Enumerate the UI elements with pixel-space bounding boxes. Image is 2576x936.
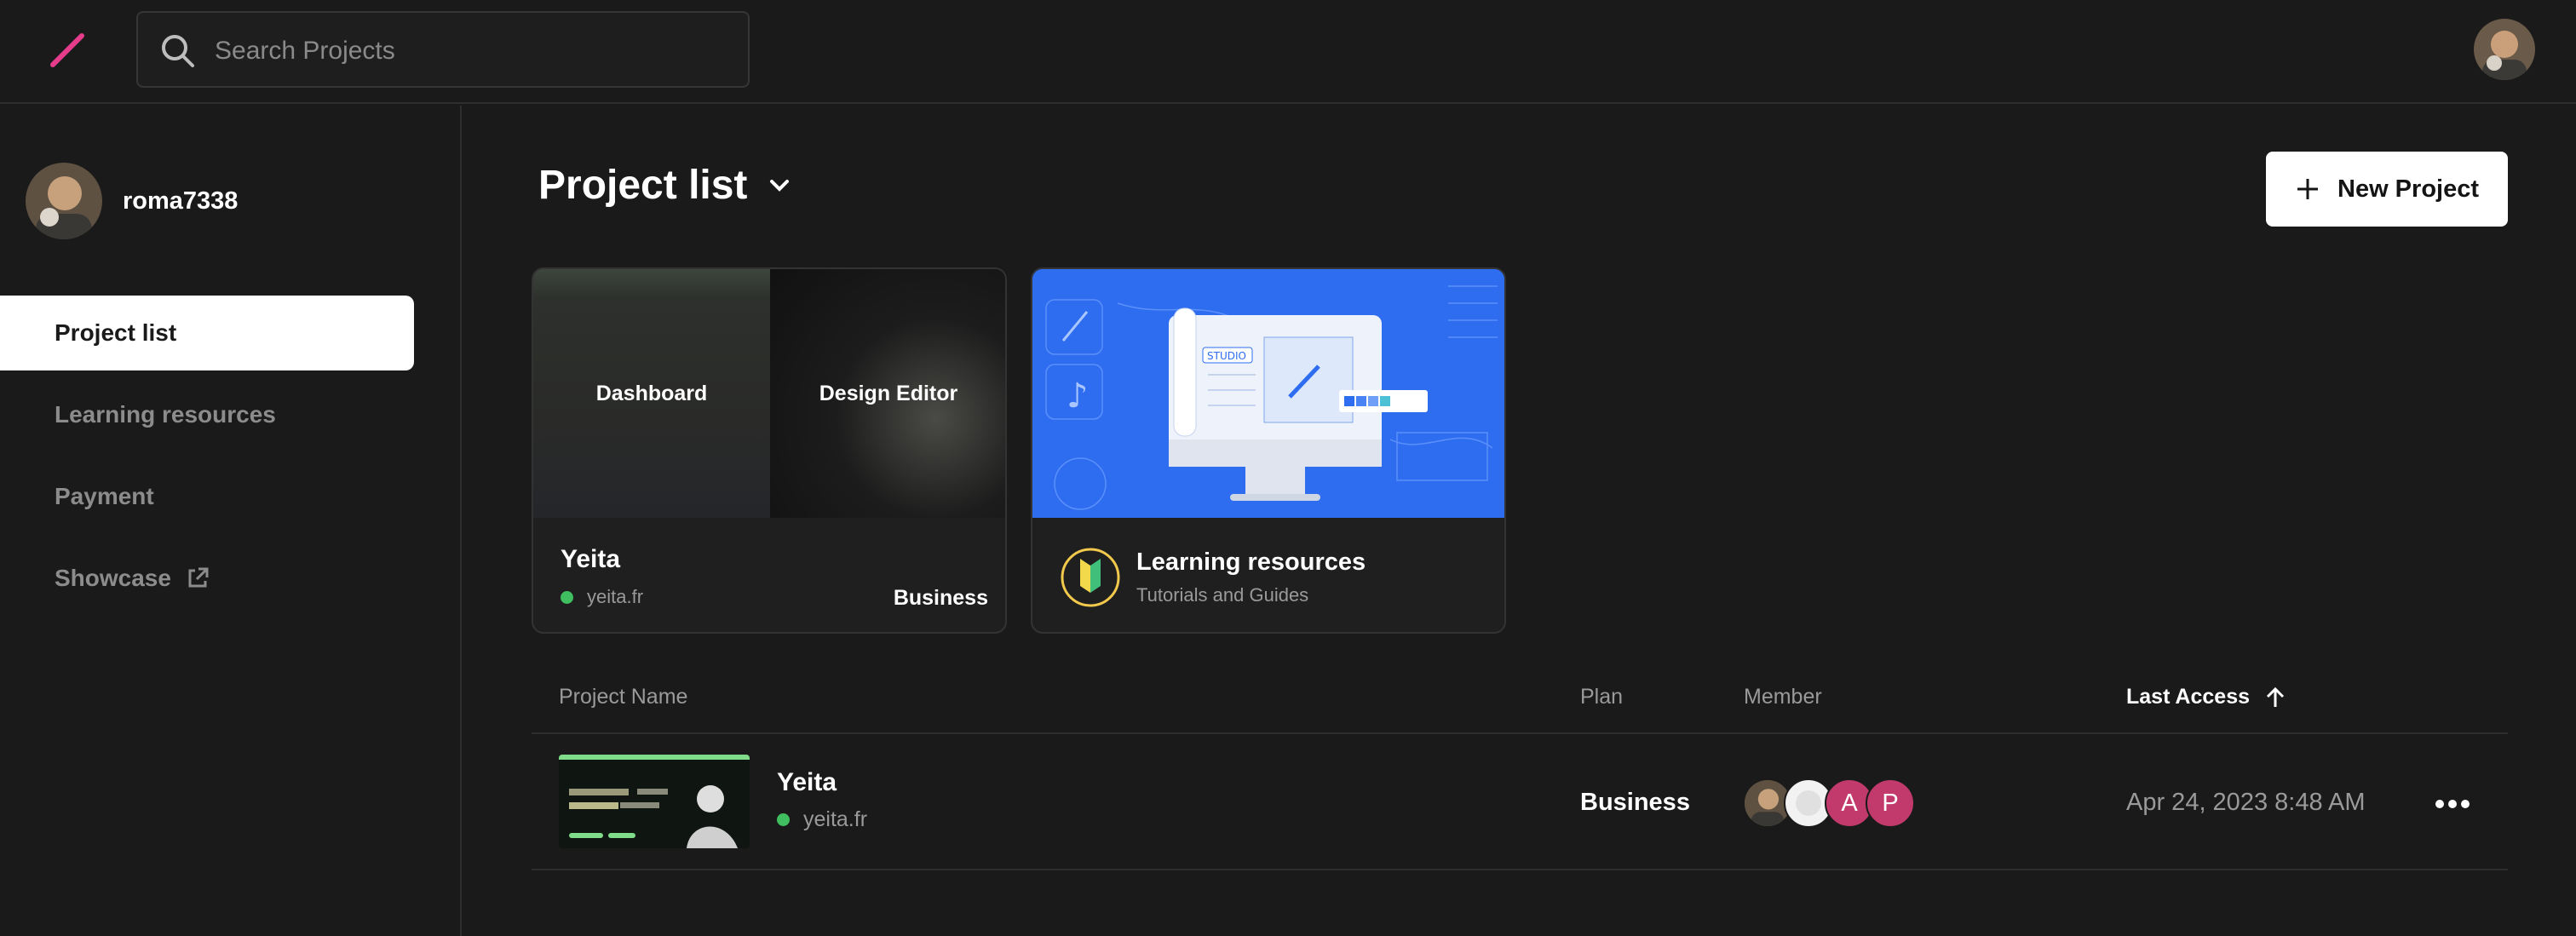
learning-title: Learning resources: [1136, 548, 1366, 576]
plus-icon: [2297, 179, 2318, 199]
learning-resources-card[interactable]: ♪ STUDIO Learning resources Tutorials an…: [1031, 267, 1506, 634]
beginner-leaf-icon: [1061, 548, 1120, 607]
column-header-member[interactable]: Member: [1744, 685, 1822, 709]
project-url: yeita.fr: [777, 807, 867, 832]
top-bar: Search Projects: [0, 0, 2576, 104]
sidebar-item-label: Learning resources: [55, 401, 276, 428]
page-heading[interactable]: Project list: [538, 162, 793, 209]
project-thumbnail: [559, 755, 750, 848]
table-row[interactable]: Yeita yeita.fr Business A P Apr 24, 2023…: [532, 734, 2508, 870]
studio-illustration-icon: ♪ STUDIO: [1032, 269, 1504, 518]
sidebar-item-learning-resources[interactable]: Learning resources: [0, 377, 414, 452]
design-editor-link[interactable]: Design Editor: [770, 269, 1005, 518]
studio-logo-icon[interactable]: [48, 31, 89, 72]
column-header-name[interactable]: Project Name: [559, 685, 687, 709]
sidebar: roma7338 Project list Learning resources…: [0, 106, 462, 936]
column-header-label: Last Access: [2126, 685, 2250, 709]
search-icon: [162, 35, 194, 67]
dashboard-label: Dashboard: [595, 381, 708, 405]
learning-illustration: ♪ STUDIO: [1032, 269, 1504, 518]
project-url: yeita.fr: [561, 586, 643, 608]
project-card[interactable]: Dashboard Design Editor Yeita yeita.fr B…: [532, 267, 1007, 634]
sidebar-item-showcase[interactable]: Showcase: [0, 541, 414, 616]
sidebar-item-payment[interactable]: Payment: [0, 459, 414, 534]
sidebar-item-label: Showcase: [55, 565, 171, 591]
avatar: [26, 163, 102, 239]
user-profile[interactable]: roma7338: [26, 162, 238, 240]
table-header: Project Name Plan Member Last Access: [532, 669, 2508, 734]
member-avatar: P: [1866, 778, 1915, 828]
project-card-body: Yeita yeita.fr Business: [533, 518, 1005, 632]
search-input[interactable]: Search Projects: [215, 37, 395, 66]
svg-text:STUDIO: STUDIO: [1207, 350, 1246, 362]
status-dot-icon: [777, 813, 790, 826]
sidebar-item-project-list[interactable]: Project list: [0, 296, 414, 370]
column-header-plan[interactable]: Plan: [1580, 685, 1623, 709]
account-avatar[interactable]: [2474, 19, 2535, 80]
project-preview: Dashboard Design Editor: [533, 269, 1005, 518]
project-url-text: yeita.fr: [587, 586, 644, 607]
more-options-icon[interactable]: [2431, 787, 2474, 821]
project-url-text: yeita.fr: [803, 807, 868, 831]
last-access-date: Apr 24, 2023 8:48 AM: [2126, 789, 2366, 816]
svg-text:♪: ♪: [1067, 376, 1089, 416]
column-header-last-access[interactable]: Last Access: [2126, 685, 2287, 709]
member-initial: A: [1841, 789, 1858, 817]
external-link-icon: [188, 567, 209, 588]
design-editor-label: Design Editor: [819, 381, 958, 405]
plan-badge: Business: [893, 586, 988, 610]
username: roma7338: [123, 187, 239, 215]
new-project-label: New Project: [2337, 175, 2479, 203]
status-dot-icon: [561, 590, 573, 604]
project-name[interactable]: Yeita: [777, 768, 837, 797]
learning-subtitle: Tutorials and Guides: [1136, 584, 1309, 606]
page-title: Project list: [538, 163, 748, 208]
project-name: Yeita: [561, 545, 621, 573]
search-box[interactable]: Search Projects: [136, 11, 750, 88]
sidebar-item-label: Payment: [55, 483, 154, 509]
member-initial: P: [1882, 789, 1899, 817]
dashboard-link[interactable]: Dashboard: [533, 269, 770, 518]
learning-card-body: Learning resources Tutorials and Guides: [1032, 518, 1504, 632]
sort-arrow-up-icon: [2266, 686, 2285, 707]
chevron-down-icon[interactable]: [766, 172, 793, 199]
sidebar-item-label: Project list: [55, 319, 177, 346]
new-project-button[interactable]: New Project: [2266, 152, 2508, 227]
plan-cell: Business: [1580, 789, 1690, 816]
